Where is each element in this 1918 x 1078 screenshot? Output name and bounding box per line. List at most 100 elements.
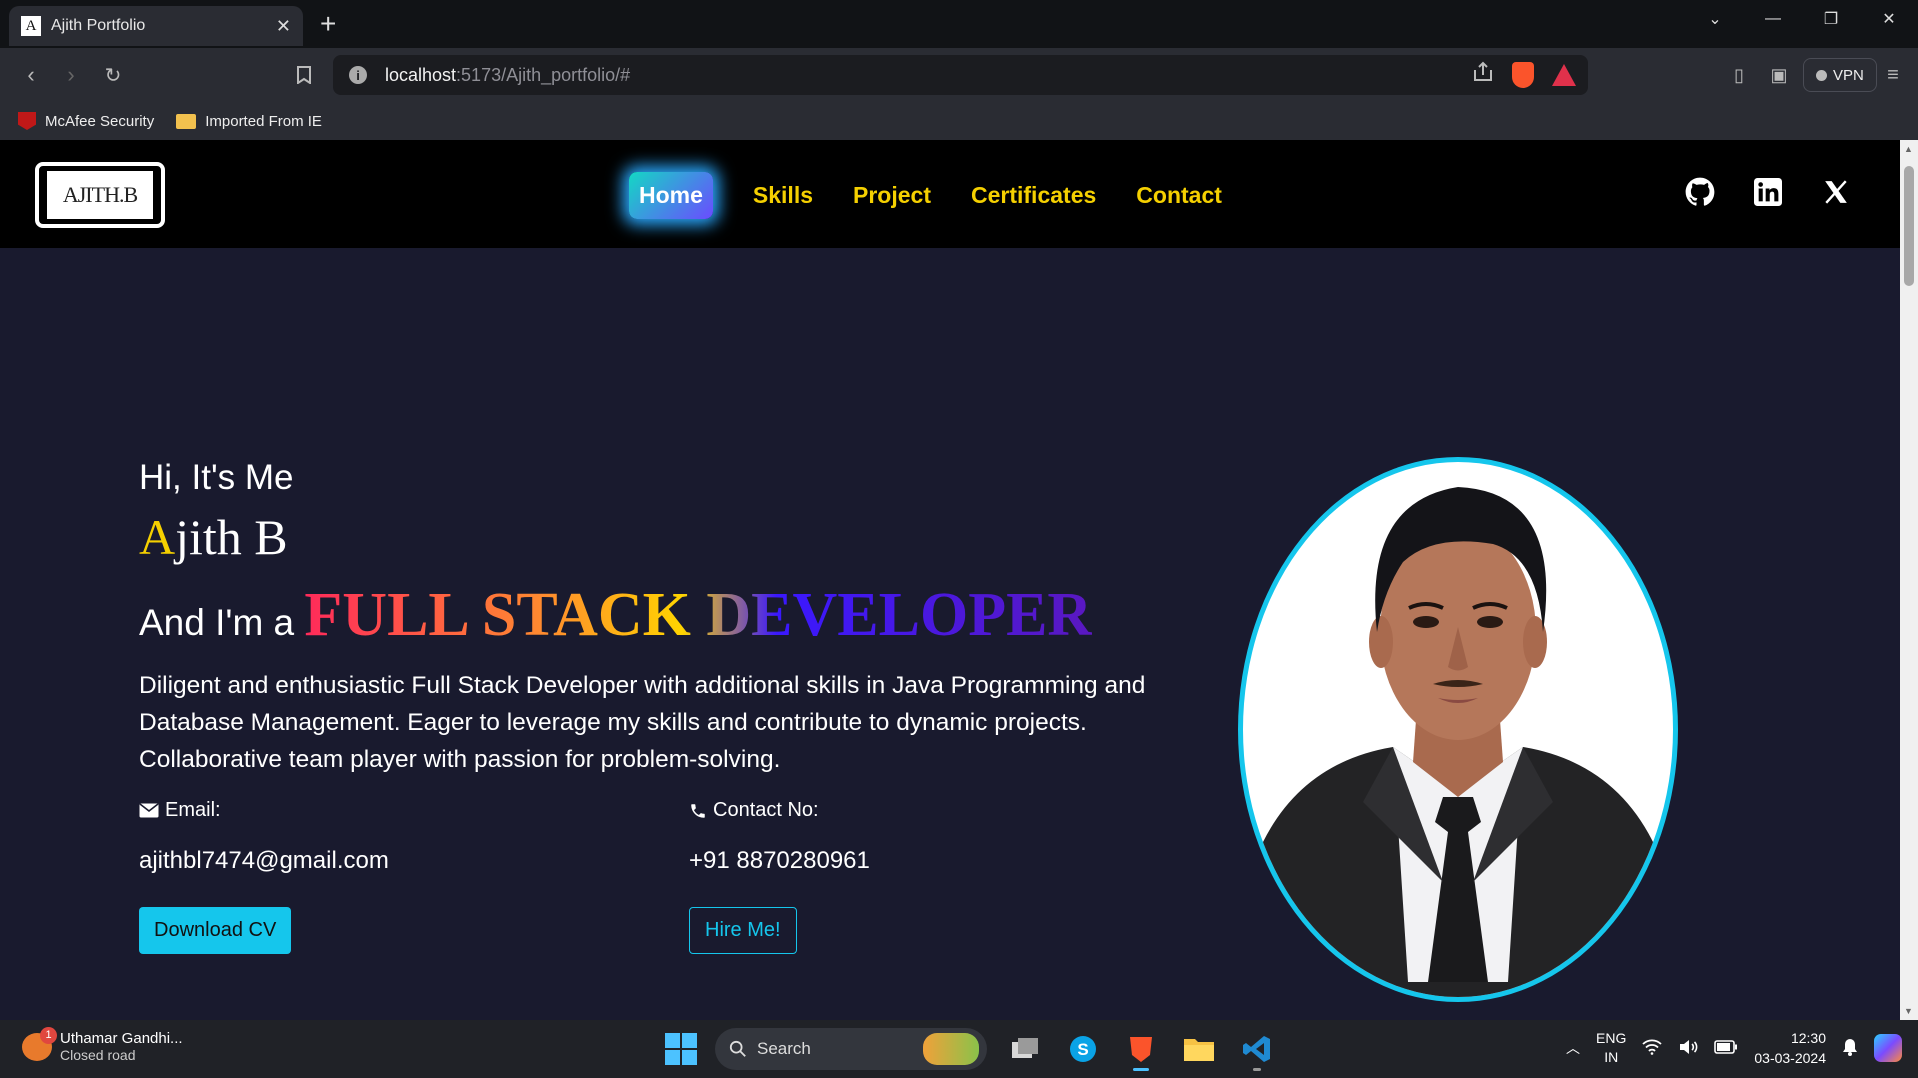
vscode-icon[interactable] xyxy=(1237,1027,1277,1071)
email-label-text: Email: xyxy=(165,799,221,821)
task-view-icon[interactable] xyxy=(1005,1027,1045,1071)
weather-text: Uthamar Gandhi... Closed road xyxy=(60,1030,183,1063)
nav-project[interactable]: Project xyxy=(853,182,931,209)
sidebar-icon[interactable]: ▯ xyxy=(1724,60,1754,90)
page-scrollbar[interactable]: ▲ ▼ xyxy=(1900,140,1918,1020)
forward-icon[interactable]: › xyxy=(56,60,86,90)
hero-role: And I'm a FULL STACK DEVELOPER xyxy=(139,580,1092,651)
search-highlight-icon xyxy=(923,1033,979,1065)
role-prefix: And I'm a xyxy=(139,602,305,643)
brave-browser-icon[interactable] xyxy=(1121,1027,1161,1071)
start-button[interactable] xyxy=(665,1033,697,1065)
file-explorer-icon[interactable] xyxy=(1179,1027,1219,1071)
profile-photo xyxy=(1238,457,1678,1002)
wifi-icon[interactable] xyxy=(1642,1039,1662,1058)
browser-tabstrip: A Ajith Portfolio ✕ + ⌄ — ❐ ✕ xyxy=(0,0,1918,48)
region-code: IN xyxy=(1604,1049,1619,1065)
brave-rewards-icon[interactable] xyxy=(1552,63,1576,86)
brave-shield-icon[interactable] xyxy=(1512,61,1534,88)
mcafee-icon xyxy=(18,112,36,130)
taskbar-search[interactable]: Search xyxy=(715,1028,987,1070)
address-bar[interactable]: i localhost:5173/Ajith_portfolio/# xyxy=(333,55,1588,95)
hero-description: Diligent and enthusiastic Full Stack Dev… xyxy=(139,672,1146,773)
page-viewport: AJITH.B Home Skills Project Certificates… xyxy=(0,140,1900,1020)
url-path: :5173/Ajith_portfolio/# xyxy=(456,64,631,85)
browser-tab[interactable]: A Ajith Portfolio ✕ xyxy=(9,6,303,46)
restore-icon[interactable]: ❐ xyxy=(1802,0,1860,38)
name-first-letter: A xyxy=(139,509,176,565)
volume-icon[interactable] xyxy=(1678,1039,1698,1058)
github-icon[interactable] xyxy=(1684,176,1716,208)
scroll-up-icon[interactable]: ▲ xyxy=(1904,144,1913,154)
bookmark-mcafee[interactable]: McAfee Security xyxy=(18,112,154,130)
url-host: localhost xyxy=(385,64,457,85)
download-cv-button[interactable]: Download CV xyxy=(139,907,292,954)
bookmark-icon[interactable] xyxy=(289,60,319,90)
chevron-up-icon[interactable]: ︿ xyxy=(1566,1038,1580,1058)
taskbar-apps: Search S xyxy=(665,1027,1277,1071)
contact-value: +91 8870280961 xyxy=(689,847,870,874)
weather-widget[interactable]: 1 Uthamar Gandhi... Closed road xyxy=(22,1026,183,1063)
tab-search-icon[interactable]: ⌄ xyxy=(1686,0,1744,38)
language-indicator[interactable]: ENG IN xyxy=(1596,1029,1626,1067)
active-app-indicator xyxy=(1133,1068,1149,1071)
share-icon[interactable] xyxy=(1472,61,1494,88)
vpn-label: VPN xyxy=(1833,66,1864,84)
phone-icon xyxy=(691,803,705,818)
hero-name: Ajith B xyxy=(139,508,288,566)
favicon-icon: A xyxy=(21,16,41,36)
minimize-icon[interactable]: — xyxy=(1744,0,1802,38)
clock-date: 03-03-2024 xyxy=(1754,1050,1826,1066)
system-tray: ︿ ENG IN 12:30 03-03-2024 xyxy=(1566,1028,1902,1068)
traffic-alert-icon: 1 xyxy=(22,1026,57,1061)
scroll-thumb[interactable] xyxy=(1904,166,1914,286)
email-value: ajithbl7474@gmail.com xyxy=(139,847,389,874)
weather-title: Uthamar Gandhi... xyxy=(60,1030,183,1047)
new-tab-button[interactable]: + xyxy=(320,8,336,40)
bookmark-label: Imported From IE xyxy=(205,112,322,130)
reload-icon[interactable]: ↻ xyxy=(98,60,128,90)
close-tab-icon[interactable]: ✕ xyxy=(276,16,291,37)
nav-home[interactable]: Home xyxy=(629,172,713,219)
clock[interactable]: 12:30 03-03-2024 xyxy=(1754,1028,1826,1068)
site-info-icon[interactable]: i xyxy=(349,66,367,84)
scroll-down-icon[interactable]: ▼ xyxy=(1904,1006,1913,1016)
vpn-button[interactable]: VPN xyxy=(1803,58,1877,92)
main-nav: Home Skills Project Certificates Contact xyxy=(629,172,1222,219)
skype-icon[interactable]: S xyxy=(1063,1027,1103,1071)
search-label: Search xyxy=(757,1039,811,1058)
x-icon[interactable] xyxy=(1820,176,1852,208)
battery-icon[interactable] xyxy=(1714,1039,1738,1057)
folder-icon xyxy=(176,113,197,129)
social-links xyxy=(1684,176,1852,208)
bookmark-imported-from-ie[interactable]: Imported From IE xyxy=(176,113,322,130)
copilot-icon[interactable] xyxy=(1874,1034,1902,1062)
logo-text: AJITH.B xyxy=(47,171,153,219)
nav-certificates[interactable]: Certificates xyxy=(971,182,1096,209)
linkedin-icon[interactable] xyxy=(1752,176,1784,208)
svg-text:S: S xyxy=(1077,1040,1088,1059)
notification-badge: 1 xyxy=(40,1026,57,1044)
site-navbar: AJITH.B Home Skills Project Certificates… xyxy=(0,140,1900,248)
search-icon xyxy=(729,1040,746,1057)
menu-icon[interactable]: ≡ xyxy=(1878,60,1908,90)
notification-bell-icon[interactable] xyxy=(1842,1038,1858,1059)
hire-me-button[interactable]: Hire Me! xyxy=(689,907,797,954)
back-icon[interactable]: ‹ xyxy=(16,60,46,90)
site-logo[interactable]: AJITH.B xyxy=(35,162,165,228)
nav-skills[interactable]: Skills xyxy=(753,182,813,209)
bookmarks-bar: McAfee Security Imported From IE xyxy=(0,102,1918,140)
nav-contact[interactable]: Contact xyxy=(1136,182,1222,209)
envelope-icon xyxy=(139,803,159,818)
contact-label: Contact No: xyxy=(689,799,819,822)
vpn-status-icon xyxy=(1816,69,1827,81)
wallet-icon[interactable]: ▣ xyxy=(1764,60,1794,90)
bookmark-label: McAfee Security xyxy=(45,112,155,130)
tab-title: Ajith Portfolio xyxy=(51,17,146,34)
email-label: Email: xyxy=(139,799,221,822)
window-controls: ⌄ — ❐ ✕ xyxy=(1686,0,1918,40)
language-code: ENG xyxy=(1596,1030,1627,1046)
hero-greeting: Hi, It's Me xyxy=(139,458,294,497)
role-title: FULL STACK DEVELOPER xyxy=(304,581,1093,649)
close-window-icon[interactable]: ✕ xyxy=(1860,0,1918,38)
